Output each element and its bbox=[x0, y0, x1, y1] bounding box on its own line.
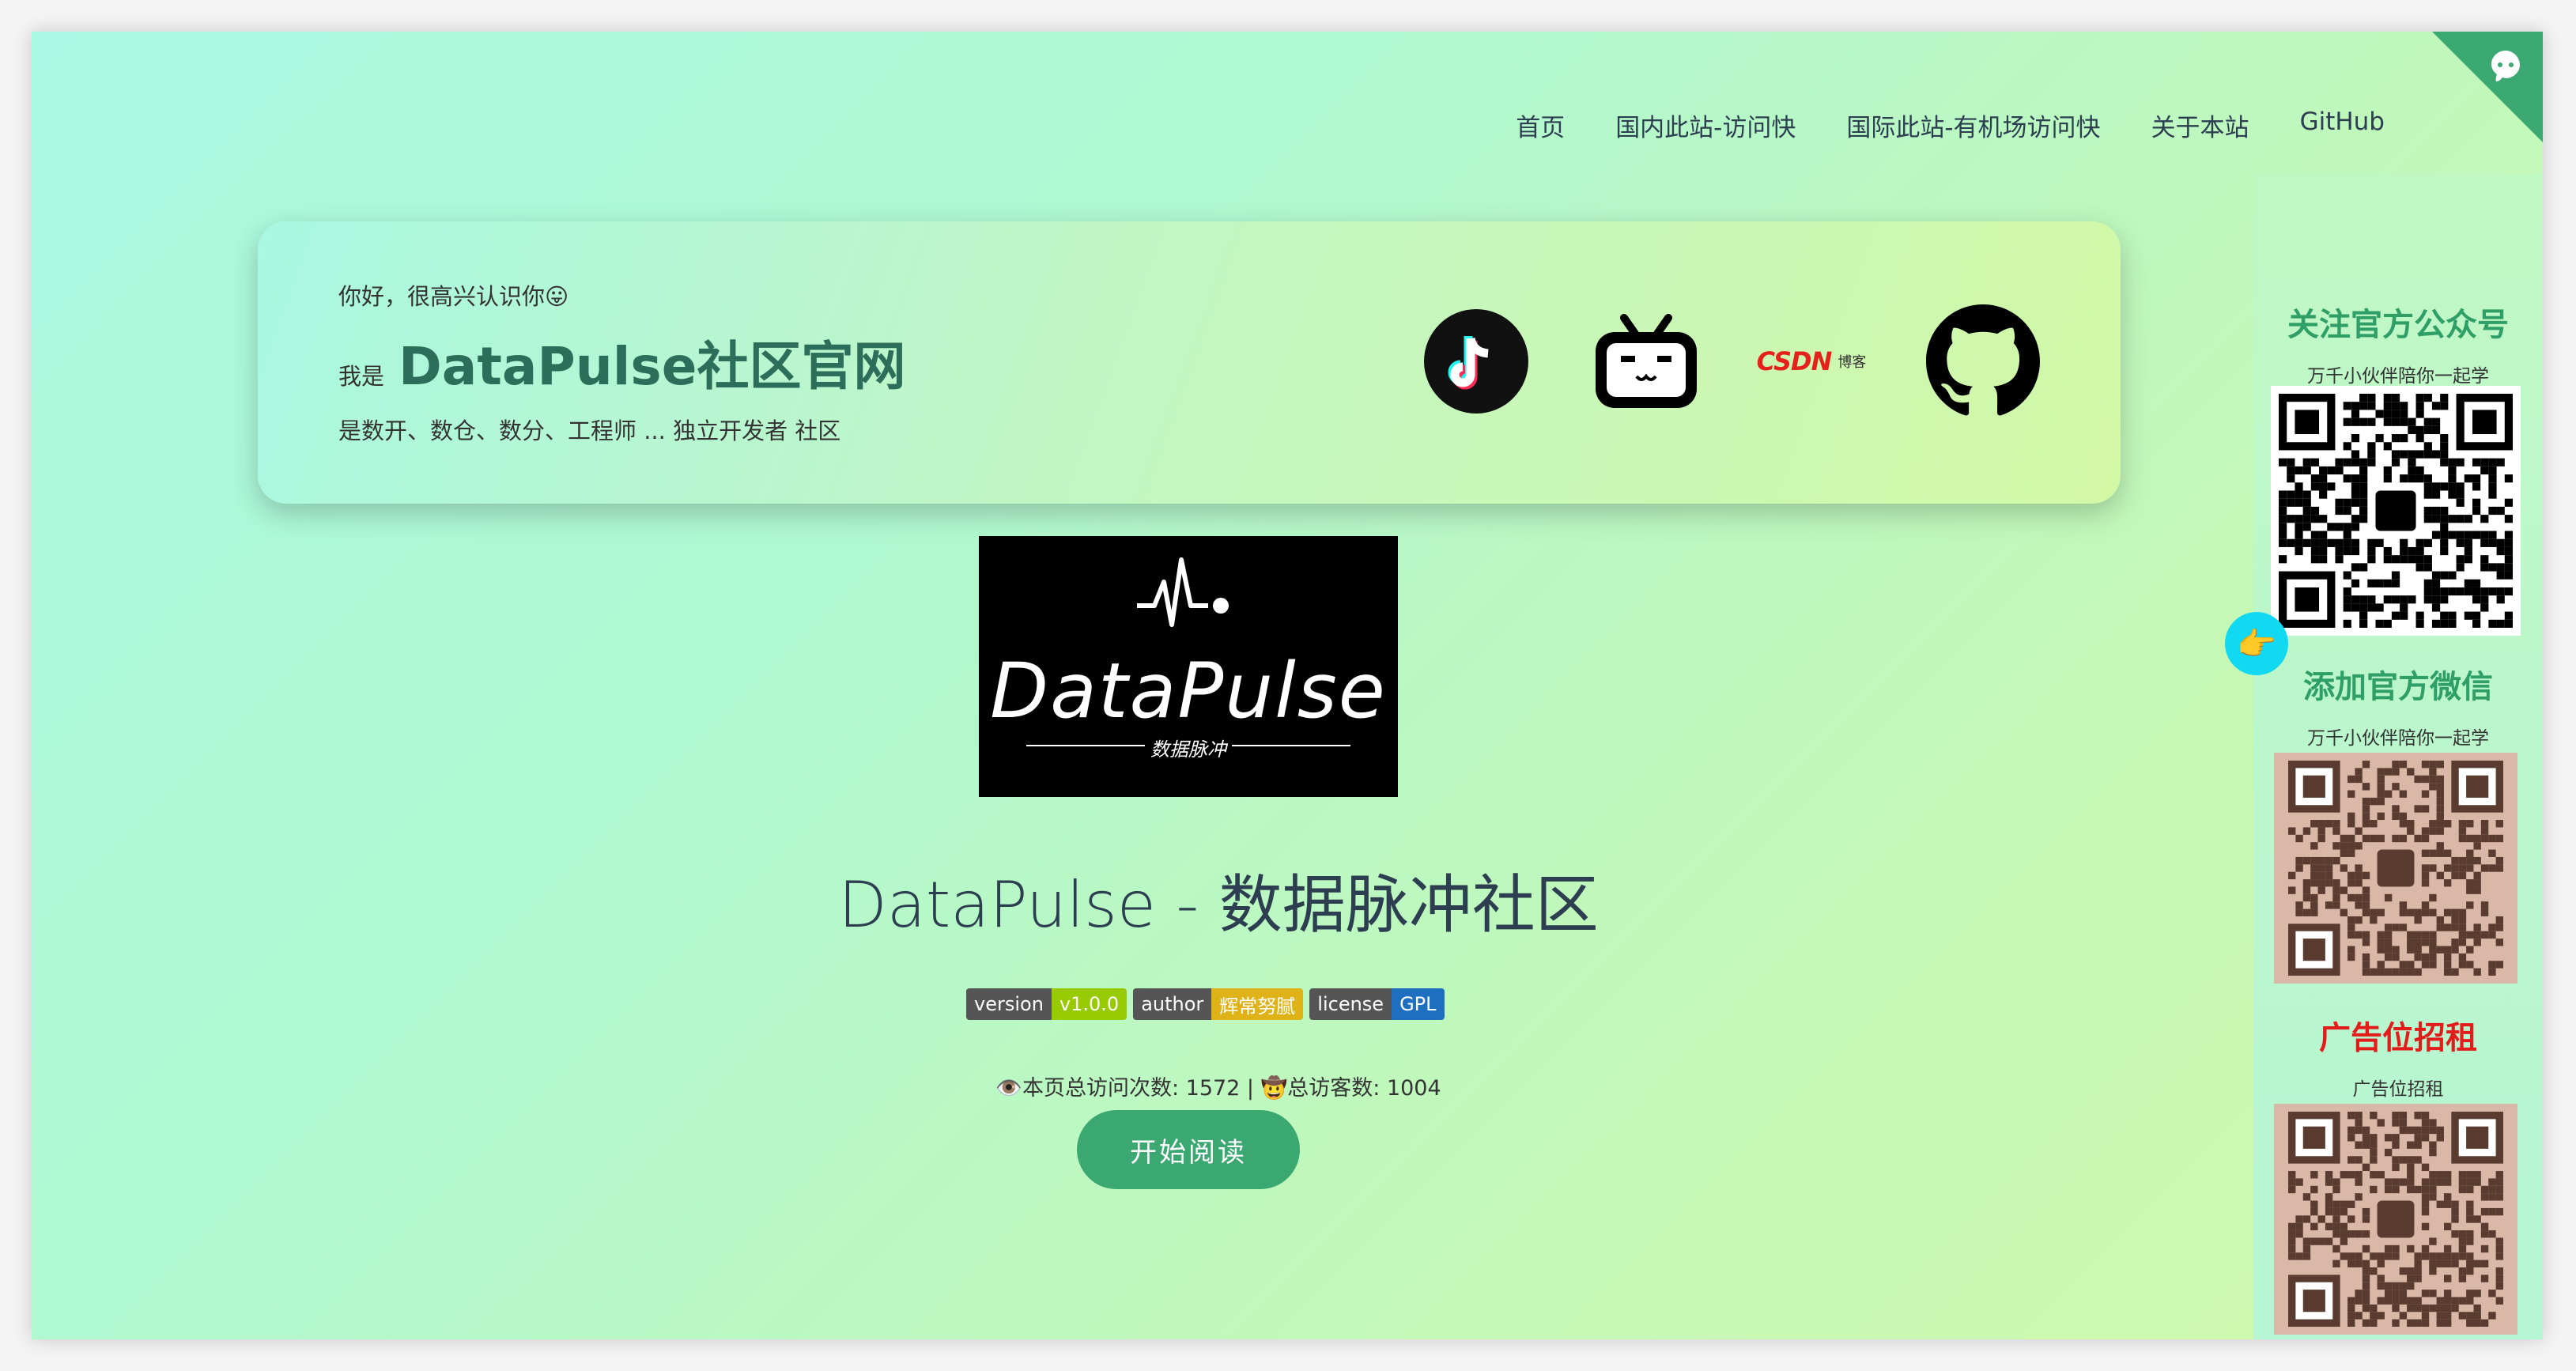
pulse-icon bbox=[1137, 557, 1229, 627]
qr-code-icon bbox=[2279, 394, 2513, 628]
brand-title: DataPulse社区官网 bbox=[398, 336, 906, 397]
logo-wordmark: DataPulse bbox=[990, 647, 1387, 735]
start-reading-button[interactable]: 开始阅读 bbox=[1077, 1110, 1300, 1189]
greeting-text: 你好，很高兴认识你😛 bbox=[338, 283, 569, 310]
badge-label: author bbox=[1133, 988, 1212, 1020]
ad-slot-subtitle: 广告位招租 bbox=[2352, 1079, 2444, 1100]
badge-value: GPL bbox=[1392, 988, 1445, 1020]
tagline: 是数开、数仓、数分、工程师 ... 独立开发者 社区 bbox=[338, 417, 841, 444]
github-icon bbox=[1926, 304, 2040, 416]
bilibili-icon bbox=[1596, 314, 1697, 408]
visit-counter: 👁️本页总访问次数: 1572 | 🤠总访客数: 1004 bbox=[995, 1076, 1441, 1101]
official-account-qr-code bbox=[2271, 386, 2521, 636]
site-title: DataPulse - 数据脉冲社区 bbox=[838, 868, 1599, 942]
octocat-icon[interactable] bbox=[2478, 41, 2533, 96]
logo-subtitle: 数据脉冲 bbox=[1150, 738, 1226, 761]
browser-page: 首页 国内此站-访问快 国际此站-有机场访问快 关于本站 GitHub 你好，很… bbox=[32, 32, 2543, 1339]
wechat-qr-code bbox=[2274, 753, 2517, 984]
add-wechat-subtitle: 万千小伙伴陪你一起学 bbox=[2307, 728, 2489, 749]
qr-code-icon bbox=[2288, 1112, 2503, 1327]
add-wechat-title: 添加官方微信 bbox=[2303, 669, 2493, 705]
badge-value: v1.0.0 bbox=[1051, 988, 1127, 1020]
nav-international-mirror[interactable]: 国际此站-有机场访问快 bbox=[1846, 108, 2100, 143]
intro-prefix: 我是 bbox=[338, 363, 385, 390]
tiktok-icon bbox=[1424, 309, 1528, 414]
badge-row: version v1.0.0 author 辉常努腻 license GPL bbox=[966, 988, 1445, 1020]
intro-line: 我是 DataPulse社区官网 bbox=[338, 324, 905, 400]
badge-label: license bbox=[1309, 988, 1392, 1020]
ad-qr-code bbox=[2274, 1104, 2517, 1335]
tiktok-link[interactable] bbox=[1422, 307, 1531, 416]
nav-about[interactable]: 关于本站 bbox=[2151, 108, 2249, 143]
csdn-link[interactable]: CSDN 博客 bbox=[1752, 307, 1871, 416]
badge-label: version bbox=[966, 988, 1052, 1020]
wechat-official-title: 关注官方公众号 bbox=[2287, 307, 2509, 343]
github-link[interactable] bbox=[1926, 304, 2040, 416]
qr-code-icon bbox=[2288, 761, 2503, 976]
datapulse-logo: DataPulse 数据脉冲 bbox=[979, 536, 1398, 797]
right-sidebar: 关注官方公众号 万千小伙伴陪你一起学 添加官方微信 万千小伙伴陪你一起学 广告位… bbox=[2253, 174, 2543, 1339]
top-nav: 首页 国内此站-访问快 国际此站-有机场访问快 关于本站 GitHub bbox=[1516, 108, 2385, 143]
bilibili-link[interactable] bbox=[1589, 307, 1703, 416]
license-badge[interactable]: license GPL bbox=[1309, 988, 1445, 1020]
version-badge[interactable]: version v1.0.0 bbox=[966, 988, 1127, 1020]
nav-home[interactable]: 首页 bbox=[1516, 108, 1565, 143]
author-badge[interactable]: author 辉常努腻 bbox=[1133, 988, 1304, 1020]
badge-value: 辉常努腻 bbox=[1211, 988, 1304, 1020]
pointing-hand-icon: 👉 bbox=[2225, 612, 2288, 675]
nav-github[interactable]: GitHub bbox=[2300, 108, 2385, 143]
csdn-blog-label: 博客 bbox=[1838, 354, 1867, 371]
csdn-icon: CSDN bbox=[1756, 346, 1833, 376]
hero-card: 你好，很高兴认识你😛 我是 DataPulse社区官网 是数开、数仓、数分、工程… bbox=[258, 221, 2121, 504]
wechat-official-subtitle: 万千小伙伴陪你一起学 bbox=[2307, 366, 2489, 387]
nav-domestic-mirror[interactable]: 国内此站-访问快 bbox=[1615, 108, 1796, 143]
ad-slot-title: 广告位招租 bbox=[2319, 1020, 2477, 1056]
